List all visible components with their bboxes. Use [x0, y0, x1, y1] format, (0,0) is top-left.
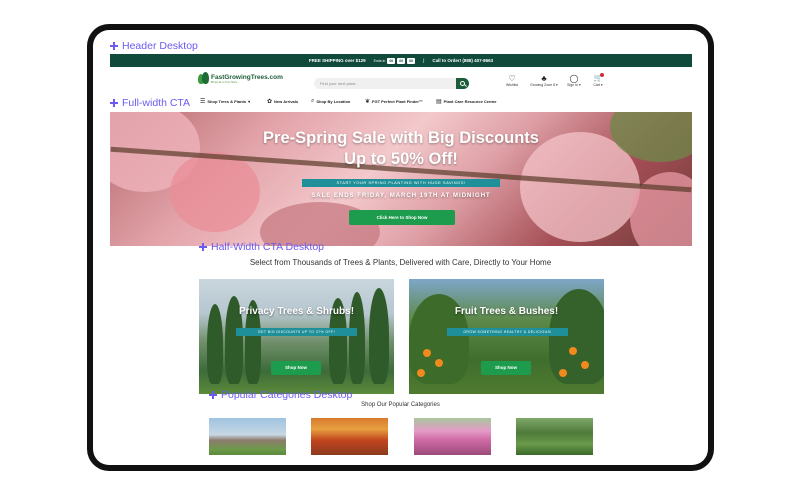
- card-ribbon: GROW SOMETHING HEALTHY & DELICIOUS!: [447, 328, 568, 336]
- growing-zone-label: Growing Zone 8 ▾: [530, 83, 558, 87]
- frame-label-header: Header Desktop: [110, 40, 198, 52]
- search-placeholder: Find your next plant...: [320, 81, 359, 86]
- hero-subtitle: Up to 50% Off!: [344, 150, 458, 168]
- card-ribbon: GET BIG DISCOUNTS UP TO 37% OFF!: [236, 328, 357, 336]
- nav-label: FGT Perfect Plant Finder™: [372, 99, 423, 104]
- nav-new-arrivals[interactable]: ✿ New Arrivals: [267, 98, 298, 105]
- search-icon: [460, 81, 465, 86]
- site-logo[interactable]: FastGrowingTrees.com Bring Life to Your …: [198, 72, 283, 86]
- ends-in-label: Ends in: [373, 58, 386, 63]
- shop-now-button[interactable]: Click Here to Shop Now: [349, 210, 455, 225]
- divider: |: [423, 58, 425, 63]
- component-icon: [199, 243, 207, 251]
- orange-shape: [417, 369, 425, 377]
- sign-in-button[interactable]: ◯ Sign In ▾: [562, 74, 586, 87]
- category-thumbnail[interactable]: [414, 418, 491, 455]
- location-icon: ⌕: [311, 98, 315, 104]
- nav-plant-finder[interactable]: ❦ FGT Perfect Plant Finder™: [365, 98, 423, 105]
- timer-seconds: 00: [407, 57, 416, 64]
- cart-badge: [600, 73, 604, 77]
- category-thumbnail[interactable]: [311, 418, 388, 455]
- tree-shape: [549, 289, 604, 384]
- frame-label-text: Half-Width CTA Desktop: [211, 241, 325, 253]
- nav-label: Plant Care Resource Center: [443, 99, 497, 104]
- cart-icon: 🛒: [593, 75, 603, 82]
- hero-title: Pre-Spring Sale with Big Discounts: [263, 129, 539, 147]
- nav-label: Shop Trees & Plants: [207, 99, 247, 104]
- card-title: Privacy Trees & Shrubs!: [238, 306, 355, 317]
- shop-now-button[interactable]: Shop Now: [481, 361, 531, 375]
- site-header: FastGrowingTrees.com Bring Life to Your …: [110, 70, 692, 96]
- user-icon: ◯: [569, 74, 579, 83]
- free-shipping-text: FREE SHIPPING over $129: [308, 58, 366, 63]
- orange-shape: [435, 359, 443, 367]
- category-thumbnail[interactable]: [516, 418, 593, 455]
- logo-tree-icon: [198, 72, 209, 86]
- frame-label-text: Popular Categories Desktop: [221, 389, 353, 401]
- wishlist-label: Wishlist: [505, 83, 519, 87]
- promo-bar: FREE SHIPPING over $129 Ends in 00 00 00…: [110, 54, 692, 67]
- component-icon: [209, 391, 217, 399]
- site-tagline: Select from Thousands of Trees & Plants,…: [249, 258, 552, 267]
- growing-zone-button[interactable]: ♣ Growing Zone 8 ▾: [529, 74, 559, 87]
- orange-shape: [423, 349, 431, 357]
- shop-now-button[interactable]: Shop Now: [271, 361, 321, 375]
- call-to-order-link[interactable]: Call to Order! (888) 407-8663: [432, 58, 493, 63]
- sign-in-label: Sign In ▾: [567, 83, 581, 87]
- orange-shape: [559, 369, 567, 377]
- orange-shape: [569, 347, 577, 355]
- menu-icon: ☰: [200, 99, 206, 105]
- nav-shop-by-location[interactable]: ⌕ Shop By Location: [311, 98, 350, 105]
- countdown-timer: Ends in 00 00 00: [373, 57, 416, 64]
- main-nav: ☰ Shop Trees & Plants ▾ ✿ New Arrivals ⌕…: [110, 98, 692, 108]
- hero-ribbon: START YOUR SPRING PLANTING WITH HUGE SAV…: [302, 179, 500, 187]
- card-title: Fruit Trees & Bushes!: [454, 306, 559, 317]
- timer-minutes: 00: [397, 57, 406, 64]
- tree-shape: [369, 288, 389, 384]
- wishlist-button[interactable]: ♡ Wishlist: [500, 74, 524, 87]
- nav-plant-care[interactable]: ▤ Plant Care Resource Center: [436, 98, 497, 105]
- new-arrivals-icon: ✿: [267, 99, 273, 105]
- search-button[interactable]: [456, 78, 469, 89]
- sale-ends-text: SALE ENDS FRIDAY, MARCH 19TH AT MIDNIGHT: [311, 193, 491, 199]
- brand-name: FastGrowingTrees.com: [211, 74, 283, 81]
- tree-icon: ♣: [541, 74, 547, 83]
- resource-center-icon: ▤: [436, 99, 442, 105]
- heart-icon: ♡: [508, 74, 516, 83]
- frame-label-popular-categories: Popular Categories Desktop: [209, 389, 352, 401]
- hero-banner: Pre-Spring Sale with Big Discounts Up to…: [110, 112, 692, 246]
- frame-label-text: Header Desktop: [122, 40, 198, 52]
- component-icon: [110, 42, 118, 50]
- popular-categories-title: Shop Our Popular Categories: [361, 402, 440, 408]
- nav-label: Shop By Location: [316, 99, 351, 104]
- privacy-trees-card[interactable]: Privacy Trees & Shrubs! GET BIG DISCOUNT…: [199, 279, 394, 394]
- cart-label: Cart ▾: [593, 83, 603, 87]
- search-input[interactable]: Find your next plant...: [314, 78, 469, 89]
- chevron-down-icon: ▾: [248, 99, 251, 104]
- brand-tagline: Bring Life to Your Home: [211, 81, 238, 84]
- frame-label-half-width-cta: Half-Width CTA Desktop: [199, 241, 324, 253]
- category-thumbnail[interactable]: [209, 418, 286, 455]
- orange-shape: [581, 361, 589, 369]
- plant-finder-icon: ❦: [365, 99, 371, 105]
- timer-hours: 00: [387, 57, 396, 64]
- fruit-trees-card[interactable]: Fruit Trees & Bushes! GROW SOMETHING HEA…: [409, 279, 604, 394]
- cart-button[interactable]: 🛒 Cart ▾: [586, 73, 610, 87]
- nav-label: New Arrivals: [274, 99, 299, 104]
- screen: Header Desktop FREE SHIPPING over $129 E…: [93, 30, 708, 465]
- nav-shop-trees[interactable]: ☰ Shop Trees & Plants ▾: [200, 98, 250, 105]
